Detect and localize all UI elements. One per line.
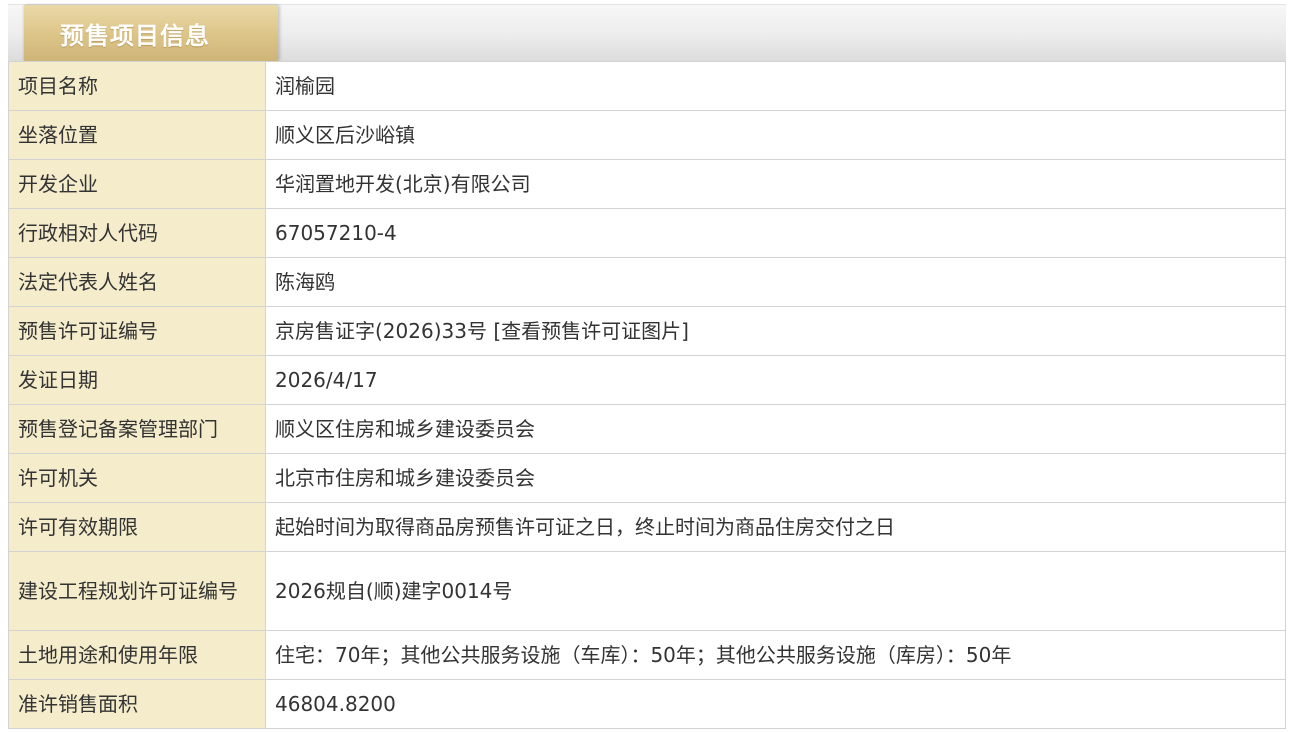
table-row: 法定代表人姓名 陈海鸥 (8, 257, 1286, 307)
row-value-permit-number: 京房售证字(2026)33号 [查看预售许可证图片] (265, 306, 1286, 356)
table-row: 准许销售面积 46804.8200 (8, 679, 1286, 729)
table-row: 开发企业 华润置地开发(北京)有限公司 (8, 159, 1286, 209)
row-value-land-use: 住宅：70年；其他公共服务设施（车库）：50年；其他公共服务设施（库房）：50年 (265, 630, 1286, 680)
row-value-legal-rep: 陈海鸥 (265, 257, 1286, 307)
row-label-sale-area: 准许销售面积 (8, 679, 266, 729)
row-label-developer: 开发企业 (8, 159, 266, 209)
row-label-land-use: 土地用途和使用年限 (8, 630, 266, 680)
table-row: 坐落位置 顺义区后沙峪镇 (8, 110, 1286, 160)
row-value-validity-period: 起始时间为取得商品房预售许可证之日，终止时间为商品住房交付之日 (265, 502, 1286, 552)
row-value-planning-permit: 2026规自(顺)建字0014号 (265, 551, 1286, 631)
row-value-issue-date: 2026/4/17 (265, 355, 1286, 405)
table-row: 许可机关 北京市住房和城乡建设委员会 (8, 453, 1286, 503)
row-label-admin-code: 行政相对人代码 (8, 208, 266, 258)
row-label-issue-date: 发证日期 (8, 355, 266, 405)
view-permit-image-link[interactable]: [查看预售许可证图片] (493, 319, 689, 343)
section-title: 预售项目信息 (60, 21, 210, 50)
table-row: 许可有效期限 起始时间为取得商品房预售许可证之日，终止时间为商品住房交付之日 (8, 502, 1286, 552)
row-label-location: 坐落位置 (8, 110, 266, 160)
row-value-licensing-authority: 北京市住房和城乡建设委员会 (265, 453, 1286, 503)
row-label-legal-rep: 法定代表人姓名 (8, 257, 266, 307)
row-label-licensing-authority: 许可机关 (8, 453, 266, 503)
row-value-registration-dept: 顺义区住房和城乡建设委员会 (265, 404, 1286, 454)
row-label-permit-number: 预售许可证编号 (8, 306, 266, 356)
table-row: 预售登记备案管理部门 顺义区住房和城乡建设委员会 (8, 404, 1286, 454)
table-row: 发证日期 2026/4/17 (8, 355, 1286, 405)
permit-number-text: 京房售证字(2026)33号 (275, 319, 487, 343)
table-row: 建设工程规划许可证编号 2026规自(顺)建字0014号 (8, 551, 1286, 631)
row-value-location: 顺义区后沙峪镇 (265, 110, 1286, 160)
table-row: 项目名称 润榆园 (8, 61, 1286, 111)
row-value-admin-code: 67057210-4 (265, 208, 1286, 258)
row-label-registration-dept: 预售登记备案管理部门 (8, 404, 266, 454)
table-row: 土地用途和使用年限 住宅：70年；其他公共服务设施（车库）：50年；其他公共服务… (8, 630, 1286, 680)
project-info-table: 项目名称 润榆园 坐落位置 顺义区后沙峪镇 开发企业 华润置地开发(北京)有限公… (8, 61, 1286, 729)
row-label-validity-period: 许可有效期限 (8, 502, 266, 552)
row-value-sale-area: 46804.8200 (265, 679, 1286, 729)
row-value-developer: 华润置地开发(北京)有限公司 (265, 159, 1286, 209)
table-row: 行政相对人代码 67057210-4 (8, 208, 1286, 258)
presale-info-page: 预售项目信息 项目名称 润榆园 坐落位置 顺义区后沙峪镇 开发企业 华润置地开发… (0, 0, 1292, 732)
row-label-project-name: 项目名称 (8, 61, 266, 111)
row-value-project-name: 润榆园 (265, 61, 1286, 111)
section-tab-bar: 预售项目信息 (8, 4, 1286, 61)
table-row: 预售许可证编号 京房售证字(2026)33号 [查看预售许可证图片] (8, 306, 1286, 356)
row-label-planning-permit: 建设工程规划许可证编号 (8, 551, 266, 631)
section-tab: 预售项目信息 (24, 5, 278, 61)
